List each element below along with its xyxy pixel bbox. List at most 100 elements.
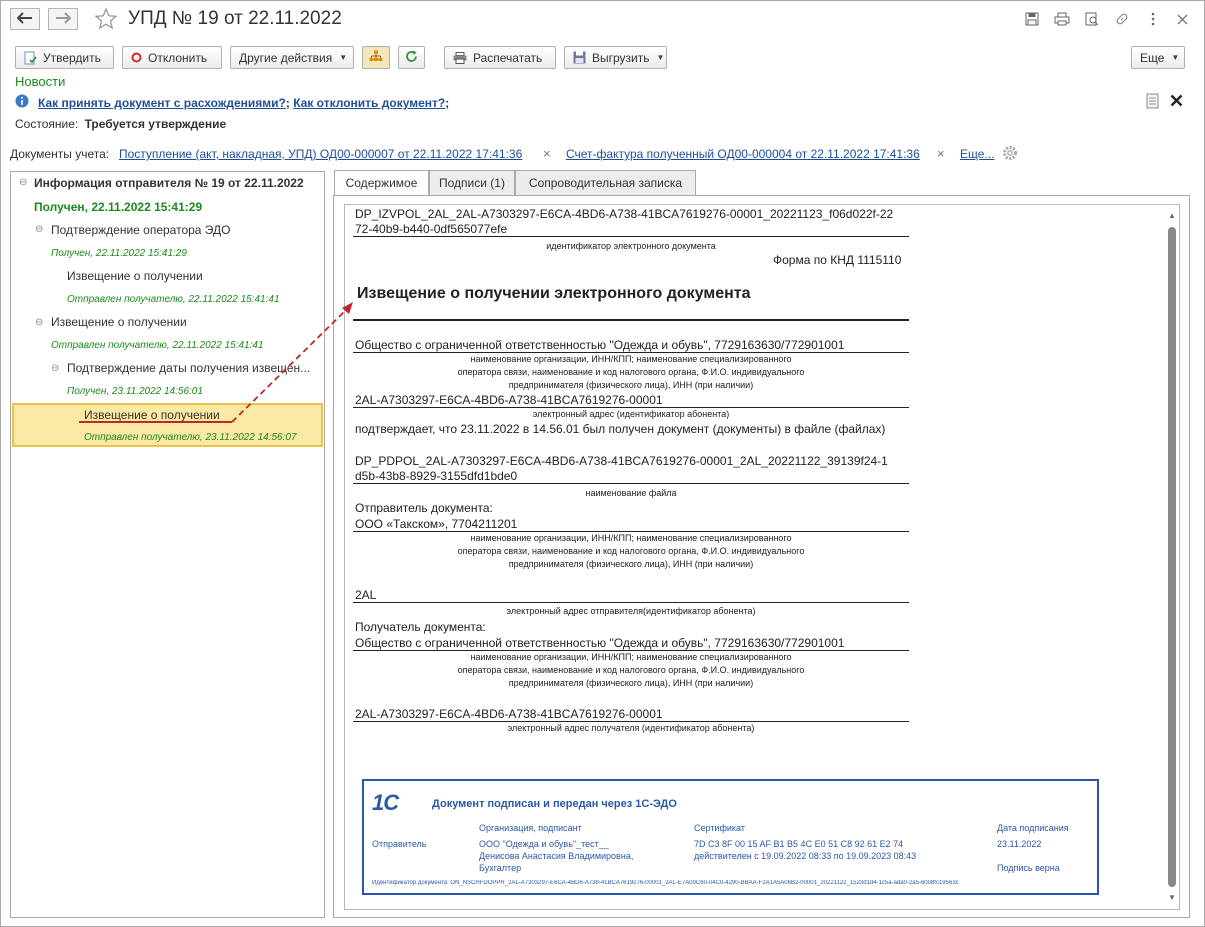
tree-item-receipt-notice[interactable]: Извещение о получении [67, 269, 203, 283]
news-label[interactable]: Новости [15, 74, 65, 89]
other-actions-button[interactable]: Другие действия ▼ [230, 46, 354, 69]
back-arrow-icon [16, 11, 33, 27]
stamp-col-date: Дата подписания [997, 823, 1069, 833]
news-doc-icon[interactable] [1146, 93, 1160, 112]
page-title: УПД № 19 от 22.11.2022 [128, 8, 342, 29]
remove-doc1-icon[interactable]: × [543, 146, 551, 161]
doc-address: 2AL-A7303297-E6CA-4BD6-A738-41BCA7619276… [355, 393, 663, 407]
close-icon[interactable] [1172, 10, 1192, 28]
reject-button[interactable]: Отклонить [122, 46, 222, 69]
back-button[interactable] [10, 8, 40, 30]
caret-down-icon: ▼ [1171, 53, 1180, 62]
collapse-icon[interactable]: ⊖ [19, 178, 28, 188]
news-link-accept-diff[interactable]: Как принять документ с расхождениями? [38, 96, 286, 110]
scroll-up-icon[interactable]: ▲ [1168, 211, 1176, 220]
doc-file-id: DP_IZVPOL_2AL_2AL-A7303297-E6CA-4BD6-A73… [355, 207, 894, 221]
edo-signature-stamp: 1С Документ подписан и передан через 1С-… [362, 779, 1099, 895]
approve-label: Утвердить [43, 50, 101, 65]
reject-icon [131, 52, 142, 63]
stamp-doc-id: Идентификатор документа: ON_NSCHFDOPPR_2… [372, 880, 959, 886]
doc-caption: электронный адрес отправителя(идентифика… [506, 606, 756, 616]
doc-sender: ООО «Такском», 7704211201 [355, 517, 518, 531]
separator: ; [285, 96, 290, 110]
remove-doc2-icon[interactable]: × [937, 146, 945, 161]
forward-arrow-icon [55, 11, 72, 27]
info-icon [15, 94, 29, 111]
other-actions-label: Другие действия [239, 50, 333, 65]
approve-button[interactable]: Утвердить [15, 46, 114, 69]
doc-heading: Извещение о получении электронного докум… [357, 285, 751, 302]
exchange-tree: ⊖ Информация отправителя № 19 от 22.11.2… [10, 171, 325, 918]
forward-button[interactable] [48, 8, 78, 30]
scroll-down-icon[interactable]: ▼ [1168, 893, 1176, 902]
tree-item-operator-confirm[interactable]: Подтверждение оператора ЭДО [51, 223, 231, 237]
tree-item-status: Получен, 22.11.2022 15:41:29 [51, 248, 187, 259]
tab-content[interactable]: Содержимое [334, 170, 429, 196]
doc-file-name-cont: d5b-43b8-8929-3155dfd1bde0 [355, 469, 518, 483]
stamp-sign-status: Подпись верна [997, 863, 1060, 873]
caret-down-icon: ▼ [656, 53, 665, 62]
doc-caption: оператора связи, наименование и код нало… [457, 546, 805, 556]
approve-doc-icon [24, 51, 37, 65]
annotation-arrow [79, 302, 353, 423]
doc-confirm-text: подтверждает, что 23.11.2022 в 14.56.01 … [355, 422, 886, 436]
export-label: Выгрузить [592, 50, 650, 65]
star-icon[interactable] [94, 7, 118, 34]
gear-icon[interactable] [1002, 145, 1018, 164]
refresh-button[interactable] [398, 46, 425, 69]
print-label: Распечатать [473, 50, 543, 65]
hierarchy-icon [369, 50, 383, 65]
stamp-org: ООО "Одежда и обувь"_тест__ [479, 839, 609, 849]
doc-caption: наименование организации, ИНН/КПП; наиме… [470, 652, 792, 662]
stamp-date: 23.11.2022 [997, 839, 1042, 849]
doc-caption: предпринимателя (физического лица), ИНН … [508, 559, 754, 569]
print-icon[interactable] [1052, 10, 1072, 28]
stamp-col-org: Организация, подписант [479, 823, 582, 833]
more-button[interactable]: Еще ▼ [1131, 46, 1185, 69]
1c-logo: 1С [372, 790, 399, 816]
print-button[interactable]: Распечатать [444, 46, 556, 69]
doc-sender-address: 2AL [355, 588, 377, 602]
collapse-icon[interactable]: ⊖ [51, 364, 60, 374]
stamp-position: Бухгалтер [479, 863, 522, 873]
doc-link-invoice[interactable]: Счет-фактура полученный ОД00-000004 от 2… [566, 147, 920, 161]
save-icon[interactable] [1022, 10, 1042, 28]
stamp-sender-label: Отправитель [372, 839, 427, 849]
doc-caption: предпринимателя (физического лица), ИНН … [508, 678, 754, 688]
preview-icon[interactable] [1082, 10, 1102, 28]
doc-caption: электронный адрес (идентификатор абонент… [532, 409, 730, 419]
structure-button[interactable] [362, 46, 390, 69]
stamp-col-cert: Сертификат [694, 823, 745, 833]
divider [353, 319, 909, 321]
docs-label: Документы учета: [10, 147, 110, 161]
link-icon[interactable] [1112, 10, 1132, 28]
stamp-signer: Денисова Анастасия Владимировна, [479, 851, 634, 861]
news-links: Как принять документ с расхождениями?; К… [38, 96, 449, 110]
state-label: Состояние: [15, 117, 79, 131]
tree-item-status: Отправлен получателю, 23.11.2022 14:56:0… [84, 432, 297, 443]
state-value: Требуется утверждение [84, 117, 227, 131]
tab-cover-note[interactable]: Сопроводительная записка [515, 170, 696, 196]
document-view: DP_IZVPOL_2AL_2AL-A7303297-E6CA-4BD6-A73… [344, 204, 1180, 910]
collapse-icon[interactable]: ⊖ [35, 318, 44, 328]
tree-item-root[interactable]: Информация отправителя № 19 от 22.11.202… [34, 176, 304, 190]
refresh-icon [405, 50, 418, 66]
doc-form-code: Форма по КНД 1115110 [773, 253, 902, 267]
collapse-icon[interactable]: ⊖ [35, 225, 44, 235]
doc-caption: оператора связи, наименование и код нало… [457, 665, 805, 675]
export-button[interactable]: Выгрузить ▼ [564, 46, 667, 69]
doc-caption: идентификатор электронного документа [546, 241, 716, 251]
divider [353, 483, 909, 484]
doc-link-receipt[interactable]: Поступление (акт, накладная, УПД) ОД00-0… [119, 147, 522, 161]
divider [353, 602, 909, 603]
more-vert-icon[interactable] [1143, 10, 1163, 28]
docs-more-link[interactable]: Еще... [960, 147, 994, 161]
more-label: Еще [1140, 50, 1165, 65]
scrollbar-thumb[interactable] [1168, 227, 1176, 887]
news-link-reject[interactable]: Как отклонить документ? [293, 96, 445, 110]
news-close-icon[interactable] [1170, 94, 1183, 110]
doc-recipient-label: Получатель документа: [355, 620, 486, 634]
stamp-cert-serial: 7D C3 8F 00 15 AF B1 B5 4C E0 51 C8 92 6… [694, 839, 904, 849]
doc-recipient-address: 2AL-A7303297-E6CA-4BD6-A738-41BCA7619276… [355, 707, 663, 721]
tab-signatures[interactable]: Подписи (1) [429, 170, 515, 196]
